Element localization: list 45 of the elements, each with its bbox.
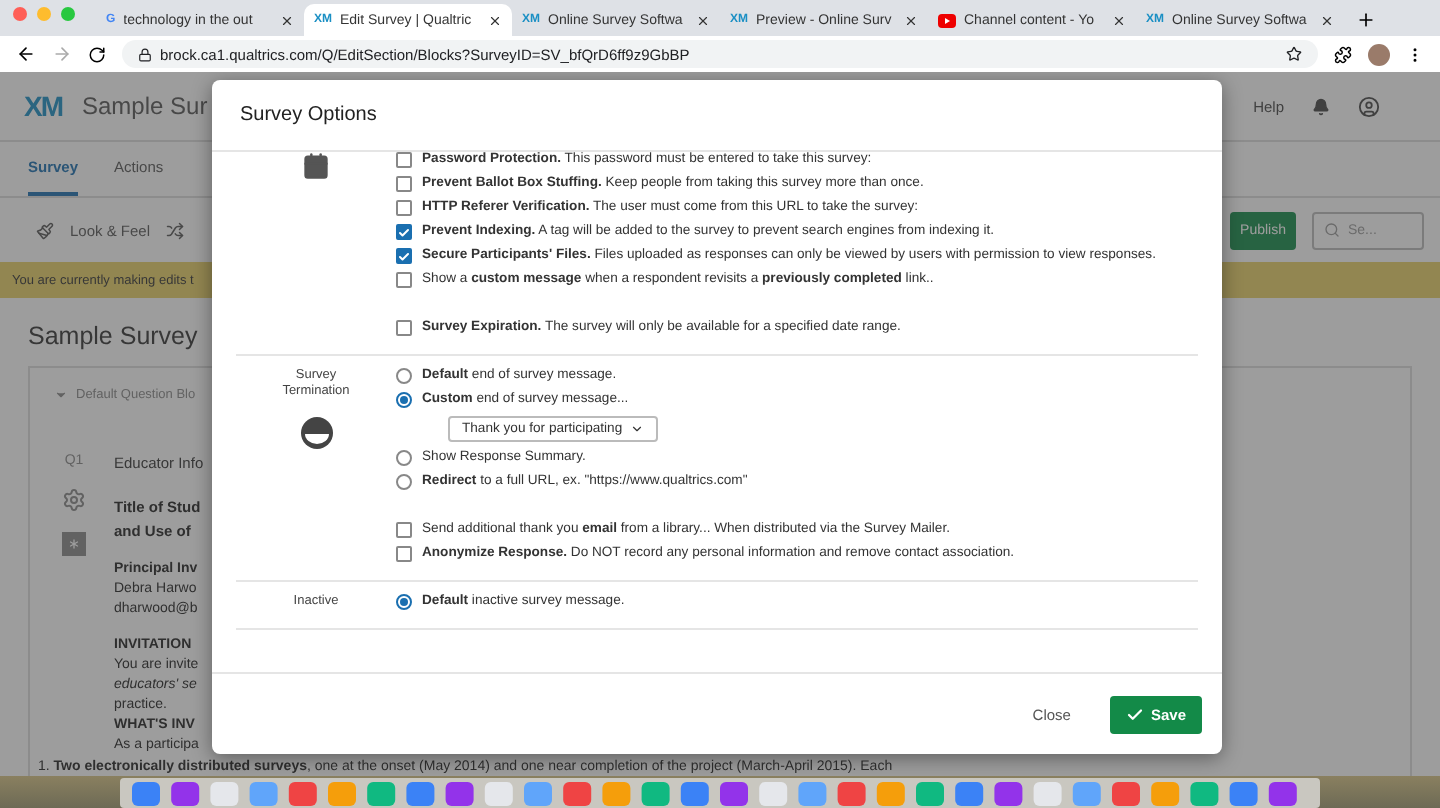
checkbox[interactable] — [396, 272, 412, 288]
shuffle-icon[interactable] — [166, 221, 185, 239]
paintbrush-icon[interactable] — [36, 221, 54, 239]
radio-button[interactable] — [396, 368, 412, 384]
close-icon[interactable] — [1112, 13, 1126, 27]
checkbox[interactable] — [396, 248, 412, 264]
close-icon[interactable] — [488, 13, 502, 27]
half-circle-face-icon — [299, 416, 333, 450]
caret-icon[interactable] — [54, 388, 68, 402]
checkbox[interactable] — [396, 320, 412, 336]
checkbox[interactable] — [396, 522, 412, 538]
close-icon[interactable] — [904, 13, 918, 27]
checkbox[interactable] — [396, 224, 412, 240]
checkbox[interactable] — [396, 176, 412, 192]
lock-icon — [138, 47, 152, 61]
puzzle-icon[interactable] — [1334, 45, 1352, 63]
dock-drawing[interactable] — [120, 778, 1320, 808]
close-icon[interactable] — [696, 13, 710, 27]
close-icon[interactable] — [280, 13, 294, 27]
caret-icon — [630, 422, 645, 436]
bell-icon[interactable] — [1312, 97, 1330, 115]
radio-button[interactable] — [396, 474, 412, 490]
survey-heading: Sample Survey — [28, 322, 198, 350]
dialog-title: Survey Options — [240, 104, 377, 126]
checkbox[interactable] — [396, 152, 412, 168]
radio-button[interactable] — [396, 594, 412, 610]
avatar[interactable] — [1368, 43, 1390, 65]
user-icon[interactable] — [1358, 95, 1380, 117]
checkbox[interactable] — [396, 200, 412, 216]
reload-icon[interactable] — [88, 45, 106, 63]
calendar-icon — [302, 152, 330, 180]
radio-button[interactable] — [396, 392, 412, 408]
gear-icon[interactable] — [62, 488, 86, 512]
star-icon[interactable] — [1286, 46, 1302, 62]
checkbox[interactable] — [396, 546, 412, 562]
new-tab-icon[interactable] — [1356, 10, 1376, 30]
video-play-icon — [938, 13, 956, 27]
radio-button[interactable] — [396, 450, 412, 466]
search-icon — [1324, 222, 1340, 238]
xm-logo: XM — [24, 90, 62, 122]
survey-title: Sample Sur — [82, 92, 208, 120]
forward-icon[interactable] — [52, 44, 72, 64]
back-icon[interactable] — [16, 44, 36, 64]
close-icon[interactable] — [1320, 13, 1334, 27]
check-icon — [1126, 705, 1145, 723]
